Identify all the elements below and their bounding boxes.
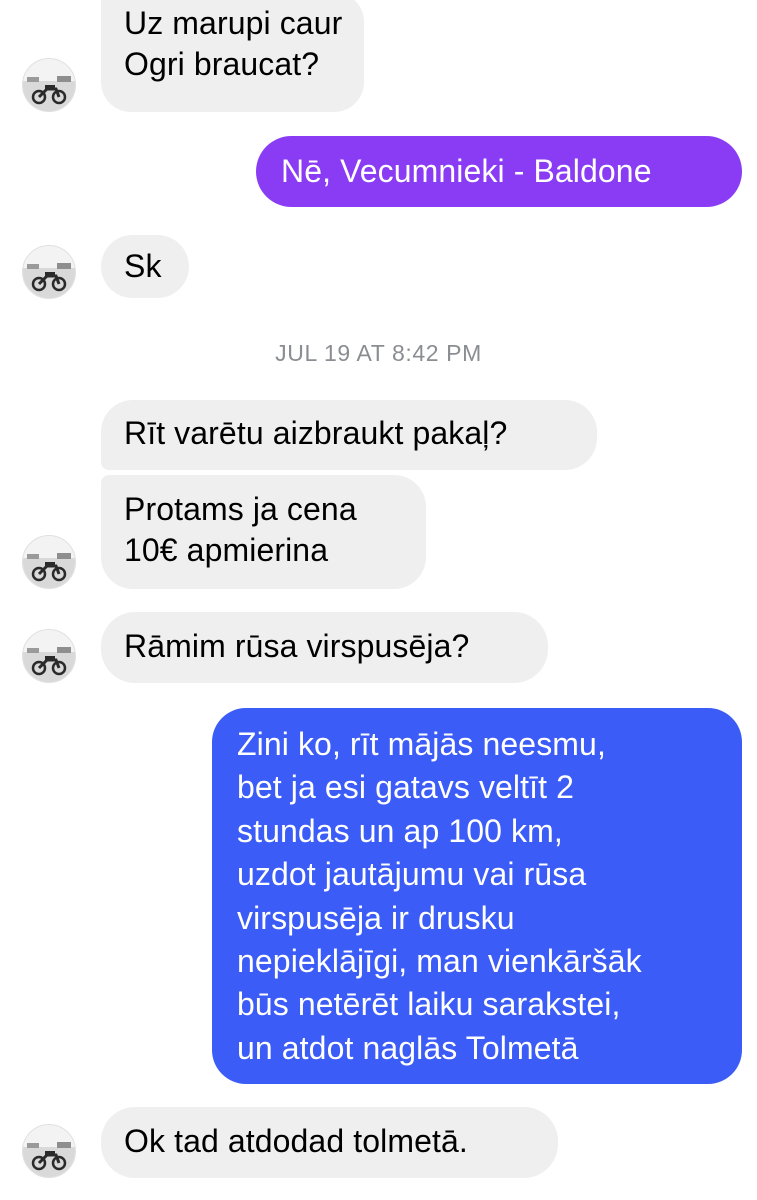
contact-avatar[interactable]: [22, 535, 76, 589]
contact-avatar[interactable]: [22, 245, 76, 299]
contact-avatar[interactable]: [22, 1124, 76, 1178]
outgoing-message-bubble[interactable]: Nē, Vecumnieki - Baldone: [256, 136, 742, 207]
motorcycle-avatar-icon: [23, 59, 75, 111]
motorcycle-avatar-icon: [23, 246, 75, 298]
contact-avatar[interactable]: [22, 58, 76, 112]
incoming-message-bubble[interactable]: Uz marupi caur Ogri braucat?: [101, 0, 365, 112]
motorcycle-avatar-icon: [23, 1125, 75, 1177]
incoming-message-bubble[interactable]: Rīt varētu aizbraukt pakaļ?: [101, 400, 597, 470]
contact-avatar[interactable]: [22, 629, 76, 683]
motorcycle-avatar-icon: [23, 630, 75, 682]
incoming-message-bubble[interactable]: Protams ja cena 10€ apmierina: [101, 475, 426, 589]
conversation-timestamp: JUL 19 AT 8:42 PM: [275, 340, 482, 366]
incoming-message-bubble[interactable]: Rāmim rūsa virspusēja?: [101, 612, 548, 683]
outgoing-message-bubble[interactable]: Zini ko, rīt mājās neesmu, bet ja esi ga…: [212, 708, 742, 1084]
motorcycle-avatar-icon: [23, 536, 75, 588]
incoming-message-bubble[interactable]: Sk: [101, 235, 189, 298]
incoming-message-bubble[interactable]: Ok tad atdodad tolmetā.: [101, 1107, 558, 1178]
